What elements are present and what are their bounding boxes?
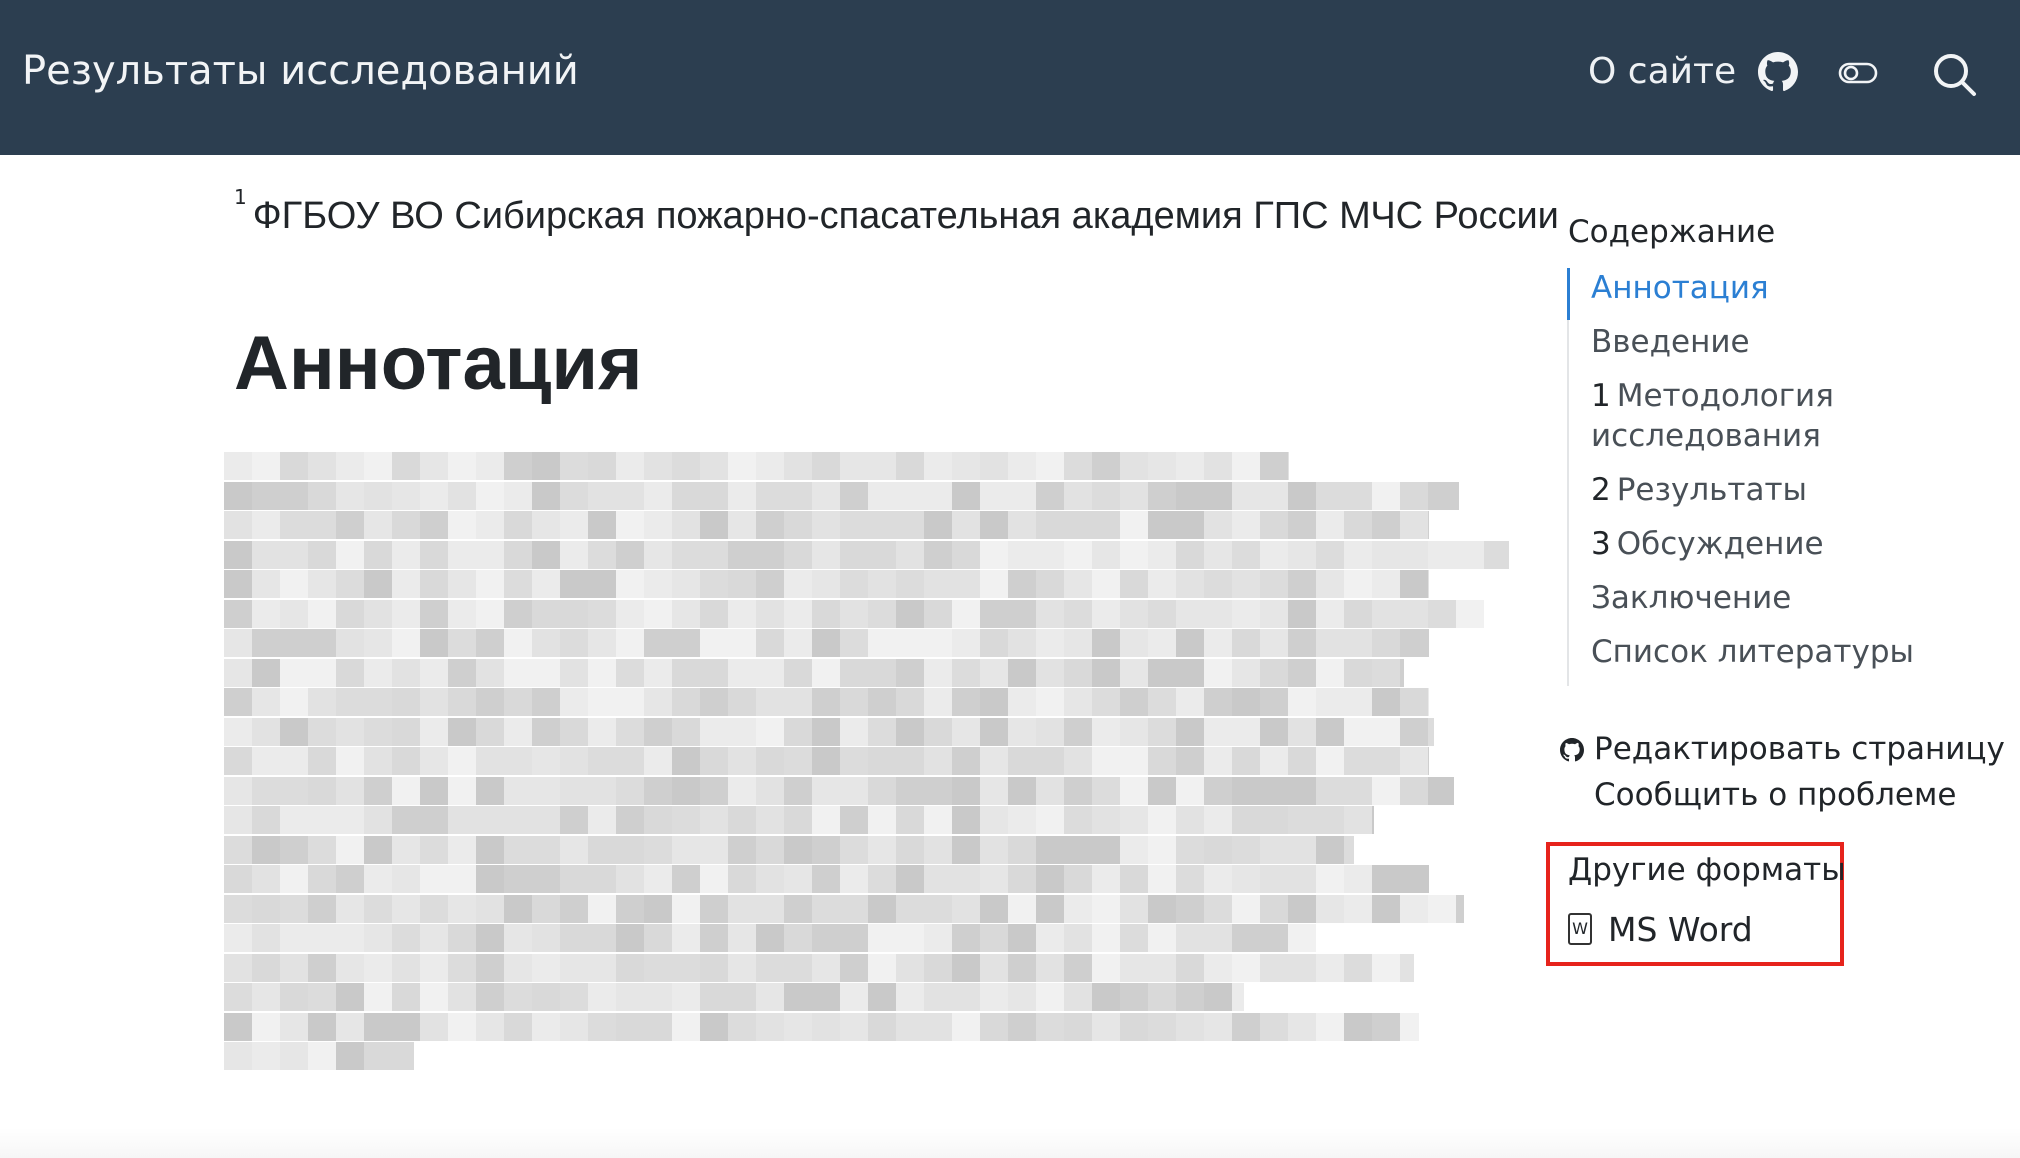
toc-list: Аннотация Введение 1 Методология исследов… (1567, 268, 1969, 686)
redacted-text-line (224, 835, 1354, 864)
redacted-text-line (224, 1012, 1419, 1041)
toc-item-label: Заключение (1591, 580, 1792, 616)
redacted-text-line (224, 776, 1454, 805)
redacted-text-line (224, 570, 1429, 598)
toc-item-label: Результаты (1616, 472, 1808, 508)
redacted-text-line (224, 747, 1429, 775)
page-bottom-shadow (0, 1128, 2020, 1158)
toc-item-introduction[interactable]: Введение (1569, 322, 1969, 362)
page-actions: Редактировать страницу Сообщить о пробле… (1558, 726, 2005, 818)
redacted-text-line (224, 953, 1414, 982)
other-formats-title: Другие форматы (1568, 852, 1846, 888)
redacted-text-line (224, 924, 1316, 952)
top-navbar: Результаты исследований О сайте (0, 0, 2020, 155)
toc-item-label: Список литературы (1591, 634, 1914, 670)
ms-word-label: MS Word (1608, 910, 1753, 949)
redacted-text-line (224, 894, 1464, 923)
redacted-text-line (224, 481, 1459, 510)
toc-item-number: 2 (1591, 472, 1611, 508)
toc-item-label: Методология исследования (1591, 378, 1834, 454)
redacted-text-line (224, 452, 1289, 480)
toc-item-results[interactable]: 2 Результаты (1569, 470, 1969, 510)
redacted-text-line (224, 865, 1429, 893)
toc-item-references[interactable]: Список литературы (1569, 632, 1969, 672)
ms-word-link[interactable]: W MS Word (1568, 910, 1753, 949)
toc-item-number: 3 (1591, 526, 1611, 562)
toc-title: Содержание (1568, 214, 1776, 250)
redacted-text-line (224, 983, 1244, 1011)
toc-item-label: Аннотация (1591, 270, 1769, 306)
redacted-text-line (224, 688, 1429, 716)
nav-about-link[interactable]: О сайте (1588, 51, 1736, 92)
github-icon (1560, 738, 1584, 762)
redacted-abstract-text (224, 452, 1514, 1092)
affiliation-text: ФГБОУ ВО Сибирская пожарно-спасательная … (252, 195, 1559, 237)
redacted-text-line (224, 599, 1484, 628)
redacted-text-line (224, 1042, 414, 1070)
redacted-text-line (224, 629, 1429, 657)
word-file-icon: W (1568, 912, 1592, 945)
edit-page-link[interactable]: Редактировать страницу (1558, 726, 2005, 772)
toc-item-methodology[interactable]: 1 Методология исследования (1569, 376, 1969, 456)
toc-item-label: Обсуждение (1616, 526, 1824, 562)
toc-item-number: 1 (1591, 378, 1611, 414)
report-issue-label: Сообщить о проблеме (1594, 777, 1957, 813)
toc-item-discussion[interactable]: 3 Обсуждение (1569, 524, 1969, 564)
redacted-text-line (224, 540, 1509, 569)
toc-item-label: Введение (1591, 324, 1750, 360)
affiliation-mark: 1 (234, 185, 247, 209)
site-title[interactable]: Результаты исследований (22, 48, 579, 94)
affiliation: 1 ФГБОУ ВО Сибирская пожарно-спасательная… (234, 185, 1559, 238)
edit-page-label: Редактировать страницу (1594, 731, 2005, 767)
redacted-text-line (224, 717, 1434, 746)
redacted-text-line (224, 658, 1404, 687)
search-icon[interactable] (1930, 50, 1978, 98)
toc-item-conclusion[interactable]: Заключение (1569, 578, 1969, 618)
report-issue-link[interactable]: Сообщить о проблеме (1558, 772, 2005, 818)
theme-toggle-icon[interactable] (1838, 60, 1878, 86)
github-icon[interactable] (1758, 52, 1798, 92)
section-heading: Аннотация (234, 321, 643, 406)
redacted-text-line (224, 806, 1374, 834)
redacted-text-line (224, 511, 1429, 539)
toc-item-annotation[interactable]: Аннотация (1567, 268, 1969, 320)
